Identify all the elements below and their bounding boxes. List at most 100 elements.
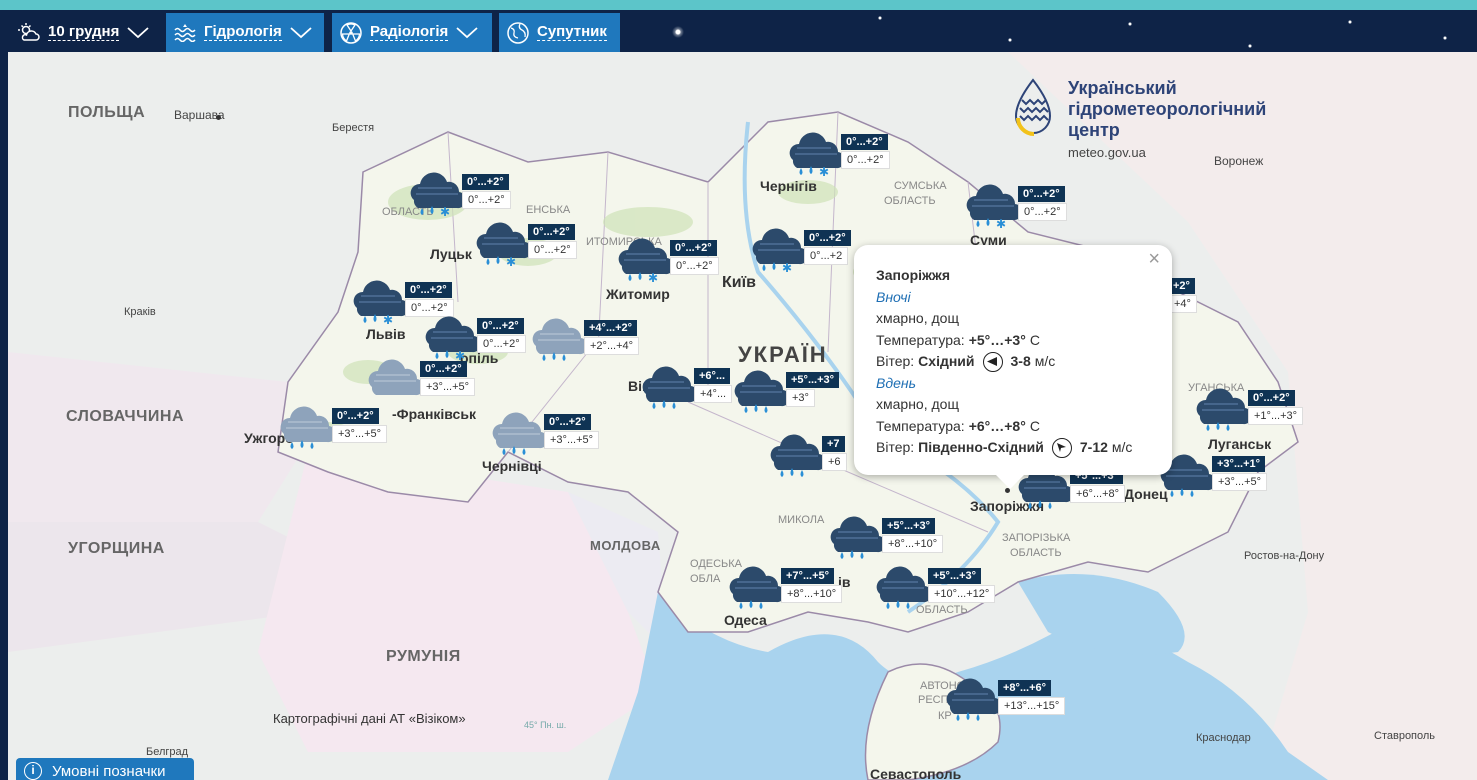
wind-direction-northwest-icon bbox=[1051, 437, 1072, 458]
region-sumy-1: СУМСЬКА bbox=[894, 180, 947, 192]
radiology-menu-button[interactable]: Радіологія bbox=[332, 13, 492, 52]
weather-marker-odesa[interactable]: +7°...+5° +8°...+10° bbox=[723, 564, 853, 614]
temp-unit: С bbox=[1029, 331, 1040, 348]
day-temp-badge: +1°...+3° bbox=[1248, 407, 1304, 425]
top-toolbar: 10 грудня Гідрологія Радіологія Супутник bbox=[0, 10, 1477, 52]
city-dot bbox=[216, 115, 221, 120]
label-moldova: МОЛДОВА bbox=[590, 538, 661, 553]
weather-marker-crimea[interactable]: +8°...+6° +13°...+15° bbox=[940, 676, 1070, 726]
day-wind-speed: 7-12 bbox=[1079, 439, 1108, 455]
close-icon[interactable]: × bbox=[1148, 248, 1160, 271]
popup-city: Запоріжжя bbox=[876, 267, 951, 283]
night-temp-badge: 0°...+2° bbox=[528, 224, 575, 240]
rain-cloud-icon bbox=[723, 564, 786, 614]
weather-marker-uzhhorod[interactable]: 0°...+2° +3°...+5° bbox=[274, 404, 404, 454]
weather-marker-cherkasy[interactable]: +5°...+3° +3° bbox=[728, 368, 858, 418]
wind-unit: м/с bbox=[1111, 439, 1133, 455]
svg-text:✱: ✱ bbox=[440, 205, 450, 219]
region-sumy-2: ОБЛАСТЬ bbox=[884, 195, 936, 207]
rain-snow-cloud-icon: ✱ bbox=[783, 130, 846, 180]
city-krasnodar: Краснодар bbox=[1196, 732, 1251, 744]
day-temp-badge: +3°...+5° bbox=[420, 378, 476, 396]
city-lviv: Львів bbox=[366, 326, 406, 342]
rain-snow-cloud-icon: ✱ bbox=[404, 170, 467, 220]
popup-day-desc: хмарно, дощ bbox=[876, 396, 959, 412]
satellite-button[interactable]: Супутник bbox=[499, 13, 620, 52]
weather-map[interactable]: ПОЛЬЩА СЛОВАЧЧИНА УГОРЩИНА РУМУНІЯ МОЛДО… bbox=[8, 52, 1477, 780]
rain-cloud-icon bbox=[940, 676, 1003, 726]
day-temp-badge: 0°...+2 bbox=[804, 247, 849, 265]
weather-marker-khmelnytskyi[interactable]: +4°...+2° +2°...+4° bbox=[526, 316, 656, 366]
popup-night-temp-row: Температура: +5°…+3° С bbox=[876, 330, 1150, 352]
rain-cloud-icon bbox=[870, 564, 933, 614]
latitude-label: 45° Пн. ш. bbox=[524, 720, 567, 730]
weather-marker-chernivtsi[interactable]: 0°...+2° +3°...+5° bbox=[486, 410, 616, 460]
night-temp-badge: 0°...+2° bbox=[420, 361, 467, 377]
ugmc-logo[interactable]: Український гідрометеорологічний центр m… bbox=[1010, 78, 1266, 160]
weather-marker-sumy[interactable]: ✱ 0°...+2° 0°...+2° bbox=[960, 182, 1090, 232]
day-temp: +6°…+8° bbox=[968, 417, 1026, 434]
day-temp-badge: +8°...+10° bbox=[781, 585, 843, 603]
legend-button[interactable]: i Умовні позначки bbox=[16, 758, 194, 780]
city-chernivtsi: Чернівці bbox=[482, 458, 542, 474]
city-belgrade: Белград bbox=[146, 746, 189, 758]
hydrology-menu-button[interactable]: Гідрологія bbox=[166, 13, 324, 52]
city-lutsk: Луцьк bbox=[430, 246, 472, 262]
forecast-popup: × Запоріжжя Вночі хмарно, дощ Температур… bbox=[854, 245, 1172, 489]
night-temp-badge: 0°...+2° bbox=[670, 240, 717, 256]
wind-unit: м/с bbox=[1034, 353, 1056, 369]
night-temp-badge: +5°...+3° bbox=[882, 518, 936, 534]
globe-icon bbox=[507, 21, 529, 44]
day-temp-badge: +3°...+5° bbox=[1212, 473, 1268, 491]
night-wind-dir: Східний bbox=[918, 353, 975, 369]
night-temp-badge: 0°...+2° bbox=[1018, 186, 1065, 202]
info-icon: i bbox=[24, 762, 42, 780]
day-temp-badge: +4°... bbox=[694, 385, 733, 403]
weather-marker-rivne[interactable]: ✱ 0°...+2° 0°...+2° bbox=[470, 220, 600, 270]
weather-marker-luhansk[interactable]: 0°...+2° +1°...+3° bbox=[1190, 386, 1320, 436]
weather-marker-donetsk[interactable]: +3°...+1° +3°...+5° bbox=[1154, 452, 1284, 502]
night-wind-speed: 3-8 bbox=[1010, 353, 1031, 369]
night-temp-badge: +5°...+3° bbox=[928, 568, 982, 584]
radiation-icon bbox=[340, 21, 362, 44]
day-temp-badge: +10°...+12° bbox=[928, 585, 996, 603]
logo-line-3: центр bbox=[1068, 120, 1120, 140]
popup-night-label: Вночі bbox=[876, 288, 911, 305]
weather-marker-chernihiv[interactable]: ✱ 0°...+2° 0°...+2° bbox=[783, 130, 913, 180]
svg-text:✱: ✱ bbox=[506, 255, 516, 269]
weather-marker-volyn[interactable]: ✱ 0°...+2° 0°...+2° bbox=[404, 170, 534, 220]
label-romania: РУМУНІЯ bbox=[386, 648, 461, 665]
popup-day-temp-row: Температура: +6°…+8° С bbox=[876, 416, 1150, 438]
svg-text:✱: ✱ bbox=[996, 217, 1006, 231]
cloud-icon bbox=[362, 357, 425, 407]
day-temp-badge: 0°...+2° bbox=[477, 335, 526, 353]
logo-url: meteo.gov.ua bbox=[1068, 145, 1146, 160]
popup-day-wind-row: Вітер: Південно-Східний 7-12 м/с bbox=[876, 437, 1150, 459]
rain-cloud-icon bbox=[486, 410, 549, 460]
night-temp-badge: 0°...+2° bbox=[841, 134, 888, 150]
chevron-down-icon bbox=[456, 26, 478, 38]
ugmc-drop-logo-icon bbox=[1014, 78, 1052, 136]
night-temp-badge: 0°...+2° bbox=[332, 408, 379, 424]
date-selector[interactable]: 10 грудня bbox=[10, 13, 160, 52]
day-temp-badge: 0°...+2° bbox=[1018, 203, 1067, 221]
day-temp-badge: +3°...+5° bbox=[332, 425, 388, 443]
date-label: 10 грудня bbox=[48, 23, 120, 41]
rain-snow-cloud-icon: ✱ bbox=[347, 278, 410, 328]
weather-marker-frankivsk[interactable]: 0°...+2° +3°...+5° bbox=[362, 357, 492, 407]
weather-marker-mykolaiv[interactable]: +5°...+3° +8°...+10° bbox=[824, 514, 954, 564]
city-sevastopol: Севастополь bbox=[870, 766, 962, 780]
left-frame bbox=[0, 52, 8, 780]
svg-text:✱: ✱ bbox=[648, 271, 658, 285]
day-temp-badge: +6°...+8° bbox=[1070, 485, 1126, 503]
night-temp-badge: +3°...+1° bbox=[1212, 456, 1266, 472]
weather-marker-kherson[interactable]: +5°...+3° +10°...+12° bbox=[870, 564, 1000, 614]
city-odesa: Одеса bbox=[724, 612, 767, 628]
label-poland: ПОЛЬЩА bbox=[68, 104, 146, 121]
rain-cloud-icon bbox=[636, 364, 699, 414]
day-temp-badge: +2°...+4° bbox=[584, 337, 640, 355]
chevron-down-icon bbox=[290, 26, 312, 38]
rain-snow-cloud-icon: ✱ bbox=[612, 236, 675, 286]
day-temp-badge: +4° bbox=[1168, 295, 1197, 313]
weather-marker-zhytomyr[interactable]: ✱ 0°...+2° 0°...+2° bbox=[612, 236, 742, 286]
